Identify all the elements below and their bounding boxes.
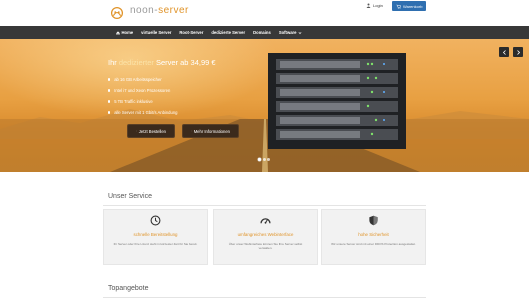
bullet-icon xyxy=(108,89,111,92)
service-card: schnelle Bereitstellung Ihr Server oder … xyxy=(103,209,208,265)
brand-name: noon-server xyxy=(130,5,189,16)
search-icon xyxy=(191,130,192,132)
server-rack-photo xyxy=(268,53,406,149)
bullet-icon xyxy=(108,111,111,114)
service-card-title: hohe Sicherheit xyxy=(358,232,389,237)
bullet-icon xyxy=(108,100,111,103)
cart-label: Warenkorb xyxy=(403,3,423,9)
hero-desert-road xyxy=(0,119,529,172)
hero-feature-list: ab 16 GB Arbeitsspeicher Intel i7 und Xe… xyxy=(108,74,178,118)
hero-feature: alle Server mit 1 Gbit/s Anbindung xyxy=(108,107,178,118)
hero-title: Ihr dedizierter Server ab 34,99 € xyxy=(108,58,216,67)
slider-prev-button[interactable] xyxy=(499,47,509,57)
more-info-button[interactable]: Mehr Informationen xyxy=(182,124,239,138)
top-offers-title: Topangebote xyxy=(108,285,149,292)
service-card-text: Über unser Webinterface können Sie Ihre … xyxy=(228,242,303,251)
nav-item-domains[interactable]: Domains xyxy=(249,30,275,35)
home-icon xyxy=(116,30,120,35)
nav-item-home[interactable]: Home xyxy=(112,30,137,35)
service-card: umfangreiches Webinterface Über unser We… xyxy=(213,209,318,265)
site-logo[interactable]: noon-server xyxy=(108,3,268,23)
cart-icon xyxy=(136,130,137,132)
sun-logo-icon xyxy=(110,6,124,20)
nav-item-root-server[interactable]: Root-Server xyxy=(175,30,207,35)
nav-item-virtual-server[interactable]: virtuelle Server xyxy=(137,30,175,35)
cart-icon xyxy=(396,4,401,9)
order-now-button[interactable]: Jetzt Bestellen xyxy=(127,124,175,138)
shield-icon xyxy=(369,215,378,226)
section-divider xyxy=(103,205,426,206)
service-card-title: umfangreiches Webinterface xyxy=(237,232,294,237)
bullet-icon xyxy=(108,78,111,81)
hero-feature: 5 TB Traffic inklusive xyxy=(108,96,178,107)
nav-item-dedicated-server[interactable]: dedizierte Server xyxy=(207,30,249,35)
hero-feature: ab 16 GB Arbeitsspeicher xyxy=(108,74,178,85)
user-icon xyxy=(366,3,371,8)
slider-dots xyxy=(258,158,271,161)
hero-feature: Intel i7 und Xeon Prozessoren xyxy=(108,85,178,96)
main-nav: Home virtuelle Server Root-Server dedizi… xyxy=(0,26,529,39)
top-bar: noon-server Login Warenkorb xyxy=(0,0,529,26)
slider-next-button[interactable] xyxy=(513,47,523,57)
hero-slider xyxy=(0,39,529,172)
chevron-right-icon xyxy=(516,49,520,55)
chevron-left-icon xyxy=(502,49,506,55)
dashboard-icon xyxy=(260,218,271,224)
login-label: Login xyxy=(373,3,383,8)
service-card-text: Ihr Server oder Ihre Lizenz steht in kür… xyxy=(113,242,198,246)
slider-dot[interactable] xyxy=(262,158,266,161)
clock-icon xyxy=(150,215,161,226)
service-card: hohe Sicherheit Wir unsere Server sind m… xyxy=(321,209,426,265)
service-card-title: schnelle Bereitstellung xyxy=(133,232,178,237)
login-link[interactable]: Login xyxy=(366,3,383,8)
slider-dot[interactable] xyxy=(258,158,261,161)
slider-dot[interactable] xyxy=(267,158,271,161)
service-section-title: Unser Service xyxy=(108,193,152,200)
nav-item-software[interactable]: Software xyxy=(275,30,306,35)
service-card-text: Wir unsere Server sind mit einer DDOS Pr… xyxy=(331,242,416,246)
cart-button[interactable]: Warenkorb xyxy=(392,1,427,11)
server-rack-image xyxy=(268,53,406,149)
chevron-down-icon xyxy=(298,31,302,34)
